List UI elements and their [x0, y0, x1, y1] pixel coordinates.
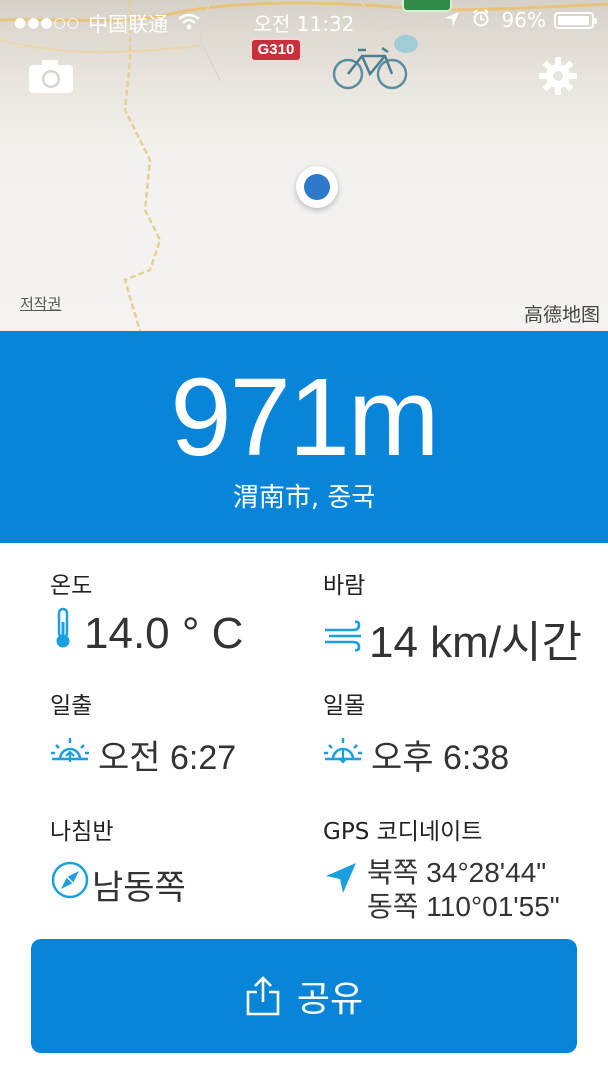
- compass-value: 남동쪽: [92, 869, 186, 907]
- location-services-icon: [444, 8, 460, 32]
- sunrise-icon: [50, 735, 90, 774]
- compass-section: 나침반 남동쪽: [50, 812, 186, 909]
- copyright-link[interactable]: 저작권: [20, 293, 61, 314]
- settings-button[interactable]: [538, 56, 578, 96]
- sunset-label: 일몰: [323, 693, 366, 719]
- compass-icon: [50, 860, 90, 909]
- sunrise-label: 일출: [50, 693, 93, 719]
- battery-fill: [558, 15, 589, 25]
- road-shield-label: G310: [250, 38, 302, 62]
- battery-icon: [554, 11, 597, 29]
- temperature-label: 온도: [50, 573, 93, 599]
- gps-longitude: 동쪽 110°01'55": [367, 891, 560, 922]
- map-view[interactable]: ●●●○○ 中国联通 오전 11:32 96% G310 저작권 高德地图: [0, 0, 608, 331]
- alarm-icon: [472, 8, 490, 32]
- compass-label: 나침반: [50, 819, 114, 845]
- camera-icon: [29, 60, 73, 93]
- location-name: 渭南市, 중국: [232, 483, 376, 513]
- sunrise-value: 오전 6:27: [98, 739, 237, 777]
- share-icon: [246, 976, 280, 1016]
- camera-button[interactable]: [28, 58, 74, 94]
- map-roads: [0, 0, 608, 331]
- thermometer-icon: [50, 606, 76, 661]
- gps-label: GPS 코디네이트: [323, 819, 483, 845]
- temperature-section: 온도 14.0 ° C: [50, 566, 243, 661]
- gps-latitude: 북쪽 34°28'44": [367, 857, 547, 888]
- gear-icon: [539, 57, 577, 95]
- temperature-value: 14.0 ° C: [84, 608, 244, 658]
- sunset-icon: [323, 735, 363, 774]
- wind-label: 바람: [323, 573, 366, 599]
- map-provider-label: 高德地图: [523, 304, 600, 326]
- altitude-banner: 971m 渭南市, 중국: [0, 331, 608, 543]
- wind-section: 바람 14 km/시간: [323, 566, 582, 670]
- wind-value: 14 km/시간: [369, 618, 583, 667]
- share-button[interactable]: 공유: [31, 939, 577, 1053]
- share-label: 공유: [296, 979, 364, 1020]
- wind-icon: [323, 613, 365, 663]
- bicycle-watermark-icon: [332, 35, 418, 90]
- current-location-dot: [296, 166, 338, 208]
- sunset-section: 일몰 오후 6:38: [323, 686, 509, 779]
- altitude-value: 971m: [170, 356, 439, 479]
- gps-section: GPS 코디네이트 북쪽 34°28'44" 동쪽 110°01'55": [323, 812, 560, 924]
- sunrise-section: 일출 오전 6:27: [50, 686, 236, 779]
- battery-percent: 96%: [501, 8, 546, 32]
- sunset-value: 오후 6:38: [371, 739, 510, 777]
- navigation-arrow-icon: [323, 860, 359, 900]
- status-bar: ●●●○○ 中国联通 오전 11:32 96%: [0, 0, 608, 40]
